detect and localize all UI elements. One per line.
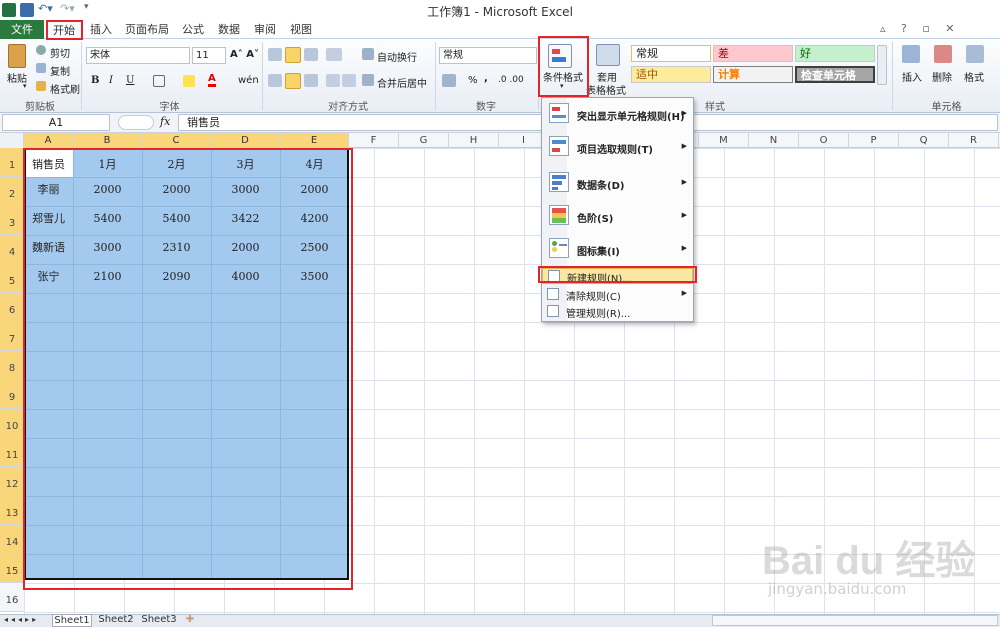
- icon-sets-icon: [549, 238, 569, 258]
- menu-color-scales[interactable]: 色阶(S) ▶: [542, 205, 693, 229]
- sheet-tab-2[interactable]: Sheet2: [96, 614, 136, 627]
- watermark-url: jingyan.baidu.com: [768, 580, 907, 598]
- selection-border: [24, 148, 349, 580]
- highlight-rules-icon: [549, 103, 569, 123]
- manage-rules-icon: [547, 305, 559, 317]
- menu-icon-sets[interactable]: 图标集(I) ▶: [542, 238, 693, 262]
- menu-highlight-rules[interactable]: 突出显示单元格规则(H) ▶: [542, 103, 693, 127]
- menu-manage-rules[interactable]: 管理规则(R)...: [542, 304, 693, 320]
- menu-clear-rules[interactable]: 清除规则(C) ▶: [542, 287, 693, 303]
- baidu-watermark: Bai du 经验 jingyan.baidu.com: [762, 520, 992, 606]
- sheet-tab-1[interactable]: Sheet1: [52, 614, 92, 627]
- data-bars-icon: [549, 172, 569, 192]
- watermark-brand: Bai du 经验: [762, 539, 976, 583]
- clear-rules-icon: [547, 288, 559, 300]
- menu-top-bottom-rules[interactable]: 项目选取规则(T) ▶: [542, 136, 693, 160]
- color-scales-icon: [549, 205, 569, 225]
- new-sheet-icon[interactable]: ✚: [183, 614, 197, 627]
- horizontal-scrollbar[interactable]: [712, 615, 998, 626]
- new-rule-icon: [548, 270, 560, 282]
- top-bottom-rules-icon: [549, 136, 569, 156]
- excel-window: { "window":{"title":"工作簿1 - Microsoft Ex…: [0, 0, 1000, 627]
- menu-new-rule[interactable]: 新建规则(N)...: [542, 268, 693, 285]
- sheet-tab-3[interactable]: Sheet3: [139, 614, 179, 627]
- menu-data-bars[interactable]: 数据条(D) ▶: [542, 172, 693, 196]
- sheet-nav-icon[interactable]: ◂◂◂▸▸: [4, 614, 39, 627]
